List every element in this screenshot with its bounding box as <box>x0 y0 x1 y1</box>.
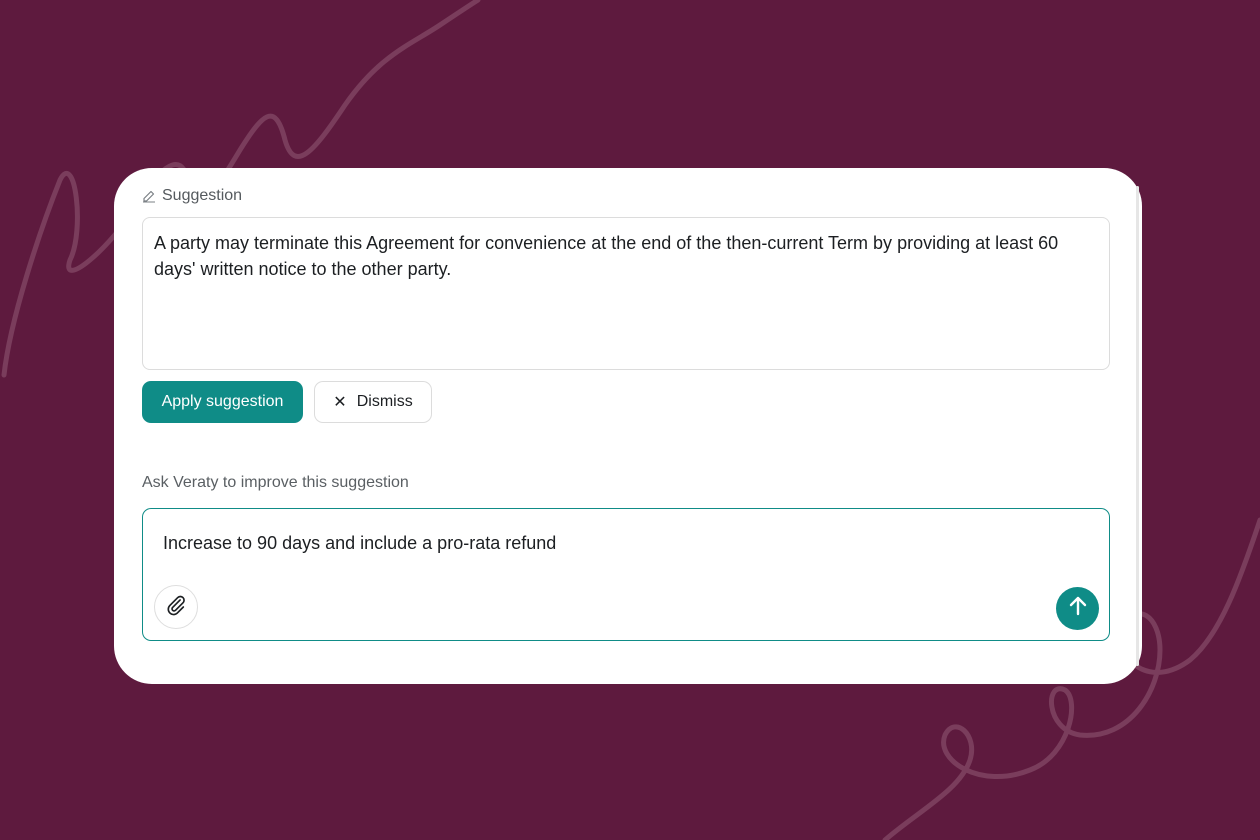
edit-icon <box>142 189 156 203</box>
arrow-up-icon <box>1066 594 1090 623</box>
improve-prompt-input[interactable] <box>163 529 1023 557</box>
scrollbar[interactable] <box>1136 186 1139 666</box>
suggestion-label: Suggestion <box>162 187 243 204</box>
suggestion-text[interactable]: A party may terminate this Agreement for… <box>142 217 1110 370</box>
close-icon: ✕ <box>333 394 347 411</box>
attach-button[interactable] <box>154 585 198 629</box>
suggestion-header: Suggestion <box>142 187 242 205</box>
apply-suggestion-button[interactable]: Apply suggestion <box>142 381 303 423</box>
dismiss-label: Dismiss <box>356 393 413 410</box>
dismiss-button[interactable]: ✕ Dismiss <box>314 381 432 423</box>
send-button[interactable] <box>1056 587 1099 630</box>
paperclip-icon <box>165 594 187 621</box>
improve-prompt-box <box>142 508 1110 641</box>
ask-label: Ask Veraty to improve this suggestion <box>142 474 409 491</box>
